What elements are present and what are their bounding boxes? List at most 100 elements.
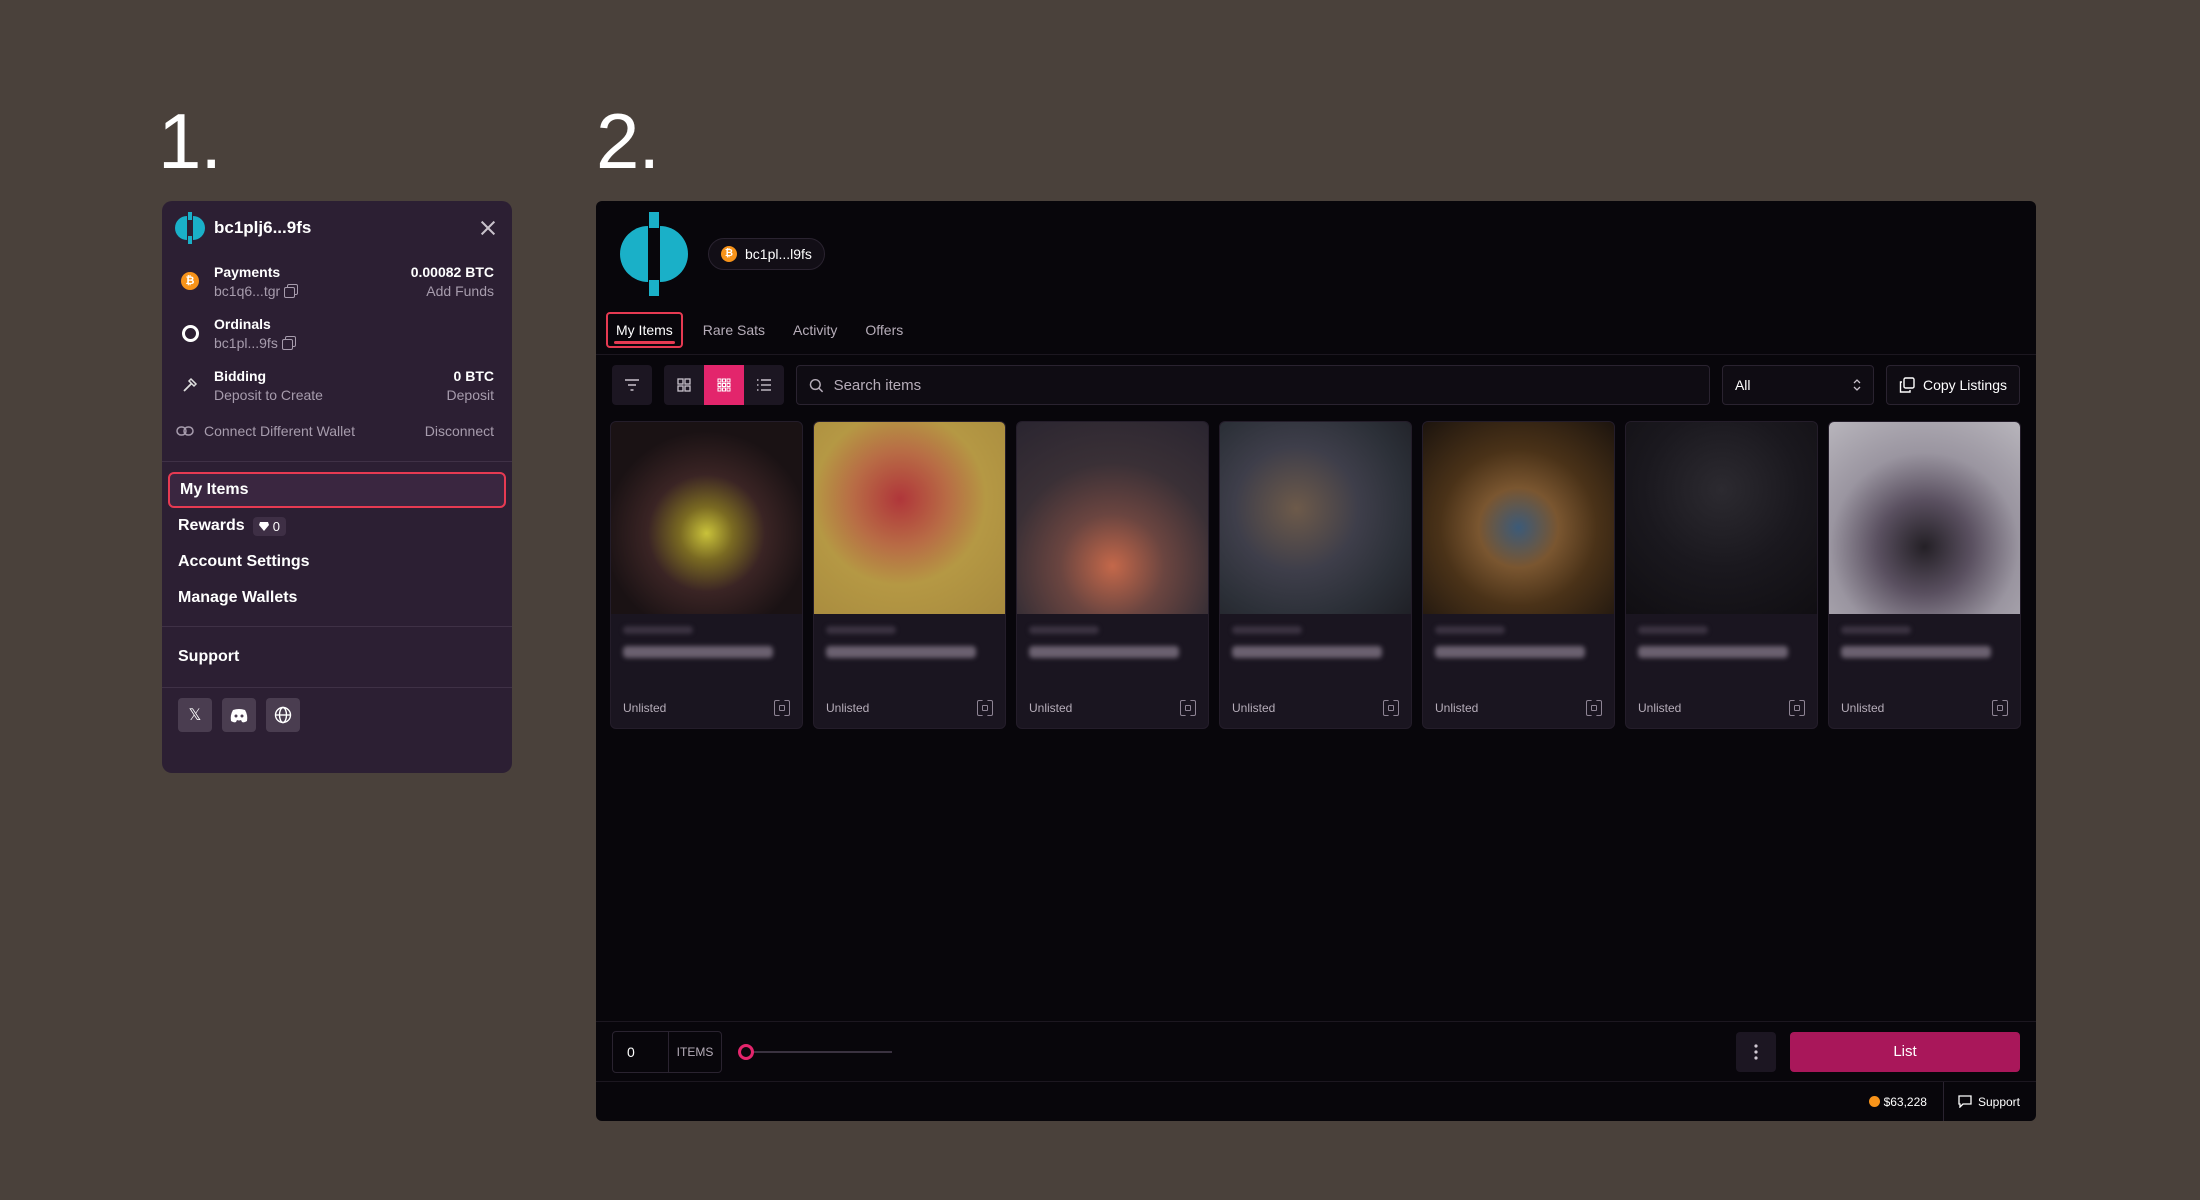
item-name-blurred — [623, 646, 773, 658]
view-toggle-group — [664, 365, 784, 405]
item-number-blurred — [623, 626, 693, 634]
listing-bar: 0 ITEMS List — [596, 1021, 2036, 1081]
profile-tabs: My Items Rare Sats Activity Offers — [596, 306, 2036, 355]
expand-preview-icon[interactable] — [1383, 700, 1399, 716]
tab-my-items[interactable]: My Items — [606, 312, 683, 348]
bitcoin-icon: ₿ — [181, 272, 199, 290]
large-grid-view-button[interactable] — [664, 365, 704, 405]
slider-handle[interactable] — [738, 1043, 754, 1060]
nav-rewards[interactable]: Rewards 0 — [168, 508, 506, 544]
wallet-address-chip[interactable]: ₿ bc1pl...l9fs — [708, 237, 825, 270]
items-unit-label: ITEMS — [676, 1044, 714, 1059]
item-thumbnail — [1829, 422, 2020, 614]
item-number-blurred — [1029, 626, 1099, 634]
disconnect-link[interactable]: Disconnect — [425, 423, 494, 439]
social-links: 𝕏 — [162, 688, 512, 742]
gavel-icon — [183, 377, 198, 392]
item-number-blurred — [1232, 626, 1302, 634]
tab-offers[interactable]: Offers — [857, 314, 911, 346]
item-thumbnail — [1423, 422, 1614, 614]
ordinals-address: bc1pl...9fs — [214, 334, 278, 351]
wallet-chip-address: bc1pl...l9fs — [745, 245, 812, 262]
status-filter-value: All — [1734, 377, 1751, 393]
rewards-count: 0 — [272, 518, 280, 534]
nav-account-settings[interactable]: Account Settings — [168, 544, 506, 580]
item-card[interactable]: Unlisted — [1422, 421, 1615, 729]
tab-activity[interactable]: Activity — [785, 314, 845, 346]
payments-title: Payments — [214, 263, 281, 280]
deposit-link[interactable]: Deposit — [447, 387, 494, 403]
btc-price-value: $63,228 — [1883, 1094, 1927, 1109]
item-status: Unlisted — [1435, 701, 1479, 715]
nav-manage-wallets-label: Manage Wallets — [178, 589, 298, 606]
more-options-button[interactable] — [1736, 1031, 1776, 1072]
quantity-field: 0 ITEMS — [612, 1030, 722, 1073]
connect-different-wallet-label: Connect Different Wallet — [204, 423, 355, 439]
copy-listings-label: Copy Listings — [1922, 377, 2007, 393]
small-grid-view-button[interactable] — [704, 365, 744, 405]
nav-account-settings-label: Account Settings — [178, 553, 310, 570]
expand-preview-icon[interactable] — [774, 700, 790, 716]
wallet-menu-header: bc1plj6...9fs — [162, 201, 512, 255]
x-twitter-icon[interactable]: 𝕏 — [178, 698, 212, 732]
support-label: Support — [1977, 1094, 2020, 1109]
payments-balance: 0.00082 BTC — [410, 263, 494, 280]
add-funds-link[interactable]: Add Funds — [411, 283, 494, 299]
globe-icon[interactable] — [266, 698, 300, 732]
item-card[interactable]: Unlisted — [1828, 421, 2021, 729]
item-card[interactable]: Unlisted — [610, 421, 803, 729]
expand-preview-icon[interactable] — [1789, 700, 1805, 716]
copy-icon[interactable] — [284, 284, 299, 298]
expand-preview-icon[interactable] — [1586, 700, 1602, 716]
filter-button[interactable] — [612, 365, 652, 405]
connect-different-wallet[interactable]: Connect Different Wallet — [176, 423, 425, 439]
item-card[interactable]: Unlisted — [1219, 421, 1412, 729]
item-status: Unlisted — [1029, 701, 1073, 715]
nav-support[interactable]: Support — [168, 639, 506, 675]
item-status: Unlisted — [1232, 701, 1276, 715]
item-status: Unlisted — [1638, 701, 1682, 715]
chevron-updown-icon — [1853, 379, 1861, 391]
close-icon[interactable] — [476, 216, 500, 240]
payments-address: bc1q6...tgr — [214, 282, 281, 299]
bidding-title: Bidding — [214, 367, 267, 384]
search-input[interactable] — [833, 376, 1697, 394]
bidding-balance: 0 BTC — [453, 367, 494, 384]
list-button[interactable]: List — [1790, 1031, 2020, 1072]
tab-rare-sats[interactable]: Rare Sats — [695, 314, 773, 346]
bitcoin-icon: ₿ — [721, 245, 737, 262]
copy-icon[interactable] — [281, 336, 296, 350]
item-status: Unlisted — [1841, 701, 1885, 715]
item-card[interactable]: Unlisted — [1016, 421, 1209, 729]
items-toolbar: All Copy Listings — [596, 355, 2036, 415]
quantity-slider[interactable] — [738, 1043, 892, 1060]
copy-listings-button[interactable]: Copy Listings — [1885, 365, 2020, 405]
item-status: Unlisted — [623, 701, 667, 715]
discord-icon[interactable] — [222, 698, 256, 732]
status-filter-select[interactable]: All — [1721, 365, 1874, 405]
expand-preview-icon[interactable] — [1180, 700, 1196, 716]
item-name-blurred — [1029, 646, 1179, 658]
wallet-address: bc1plj6...9fs — [214, 218, 312, 237]
filter-icon — [625, 379, 639, 391]
support-button[interactable]: Support — [1942, 1081, 2020, 1121]
bidding-subtitle: Deposit to Create — [214, 386, 323, 403]
bidding-row: Bidding Deposit to Create 0 BTC Deposit — [162, 359, 512, 411]
item-thumbnail — [1017, 422, 1208, 614]
nav-my-items[interactable]: My Items — [168, 472, 506, 508]
diamond-icon — [258, 521, 269, 531]
items-grid: Unlisted Unlisted Unlisted Unlisted Unlisted… — [596, 415, 2036, 735]
search-field — [796, 365, 1710, 405]
nav-manage-wallets[interactable]: Manage Wallets — [168, 580, 506, 616]
list-view-button[interactable] — [744, 365, 784, 405]
connect-row: Connect Different Wallet Disconnect — [162, 411, 512, 451]
quantity-input[interactable]: 0 — [613, 1031, 669, 1072]
chat-bubble-icon — [1958, 1095, 1972, 1108]
item-card[interactable]: Unlisted — [813, 421, 1006, 729]
rewards-badge: 0 — [252, 516, 286, 536]
payments-row: ₿ Payments bc1q6...tgr 0.00082 BTC Add F… — [162, 255, 512, 307]
expand-preview-icon[interactable] — [1992, 700, 2008, 716]
expand-preview-icon[interactable] — [977, 700, 993, 716]
item-card[interactable]: Unlisted — [1625, 421, 1818, 729]
btc-price: $63,228 — [1868, 1094, 1927, 1109]
